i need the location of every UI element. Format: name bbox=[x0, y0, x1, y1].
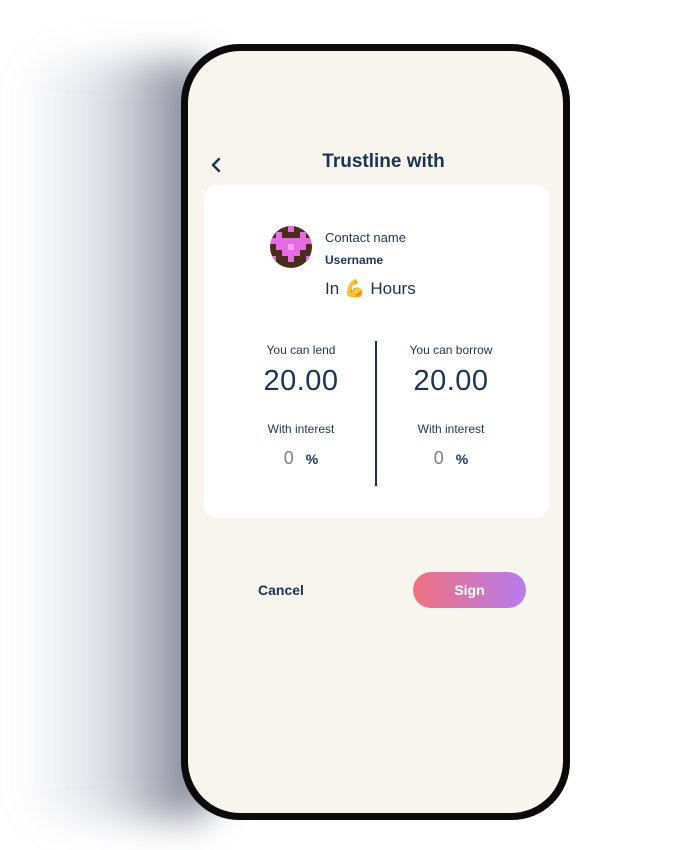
lend-amount[interactable]: 20.00 bbox=[226, 365, 376, 398]
flexed-biceps-icon: 💪 bbox=[344, 279, 366, 298]
cancel-button[interactable]: Cancel bbox=[226, 572, 336, 608]
app-screen: Trustline with Contact name Username In … bbox=[188, 51, 563, 813]
currency-prefix: In bbox=[325, 279, 340, 298]
borrow-column: You can borrow 20.00 With interest 0 % bbox=[376, 343, 526, 469]
currency-line: In 💪 Hours bbox=[325, 279, 416, 299]
lend-interest-label: With interest bbox=[267, 422, 335, 436]
lend-interest-input[interactable]: 0 bbox=[284, 448, 294, 469]
phone-frame: Trustline with Contact name Username In … bbox=[181, 44, 570, 820]
lend-column: You can lend 20.00 With interest 0 % bbox=[226, 343, 376, 469]
contact-name: Contact name bbox=[325, 230, 406, 245]
borrow-interest-unit: % bbox=[455, 451, 469, 467]
lend-label: You can lend bbox=[266, 343, 336, 357]
borrow-amount[interactable]: 20.00 bbox=[376, 365, 526, 398]
lend-interest-unit: % bbox=[305, 451, 319, 467]
borrow-label: You can borrow bbox=[409, 343, 493, 357]
contact-username: Username bbox=[325, 253, 384, 267]
mockup-stage: Trustline with Contact name Username In … bbox=[0, 0, 700, 850]
page-title: Trustline with bbox=[322, 151, 445, 172]
lend-interest-row: 0 % bbox=[226, 448, 376, 469]
borrow-interest-label: With interest bbox=[417, 422, 485, 436]
avatar bbox=[270, 226, 312, 268]
borrow-interest-row: 0 % bbox=[376, 448, 526, 469]
borrow-interest-input[interactable]: 0 bbox=[434, 448, 444, 469]
trustline-card: Contact name Username In 💪 Hours You can… bbox=[204, 185, 549, 518]
header: Trustline with bbox=[188, 149, 563, 181]
sign-button[interactable]: Sign bbox=[413, 572, 526, 608]
pixel-heart-avatar-icon bbox=[270, 226, 312, 268]
currency-name: Hours bbox=[370, 279, 416, 298]
